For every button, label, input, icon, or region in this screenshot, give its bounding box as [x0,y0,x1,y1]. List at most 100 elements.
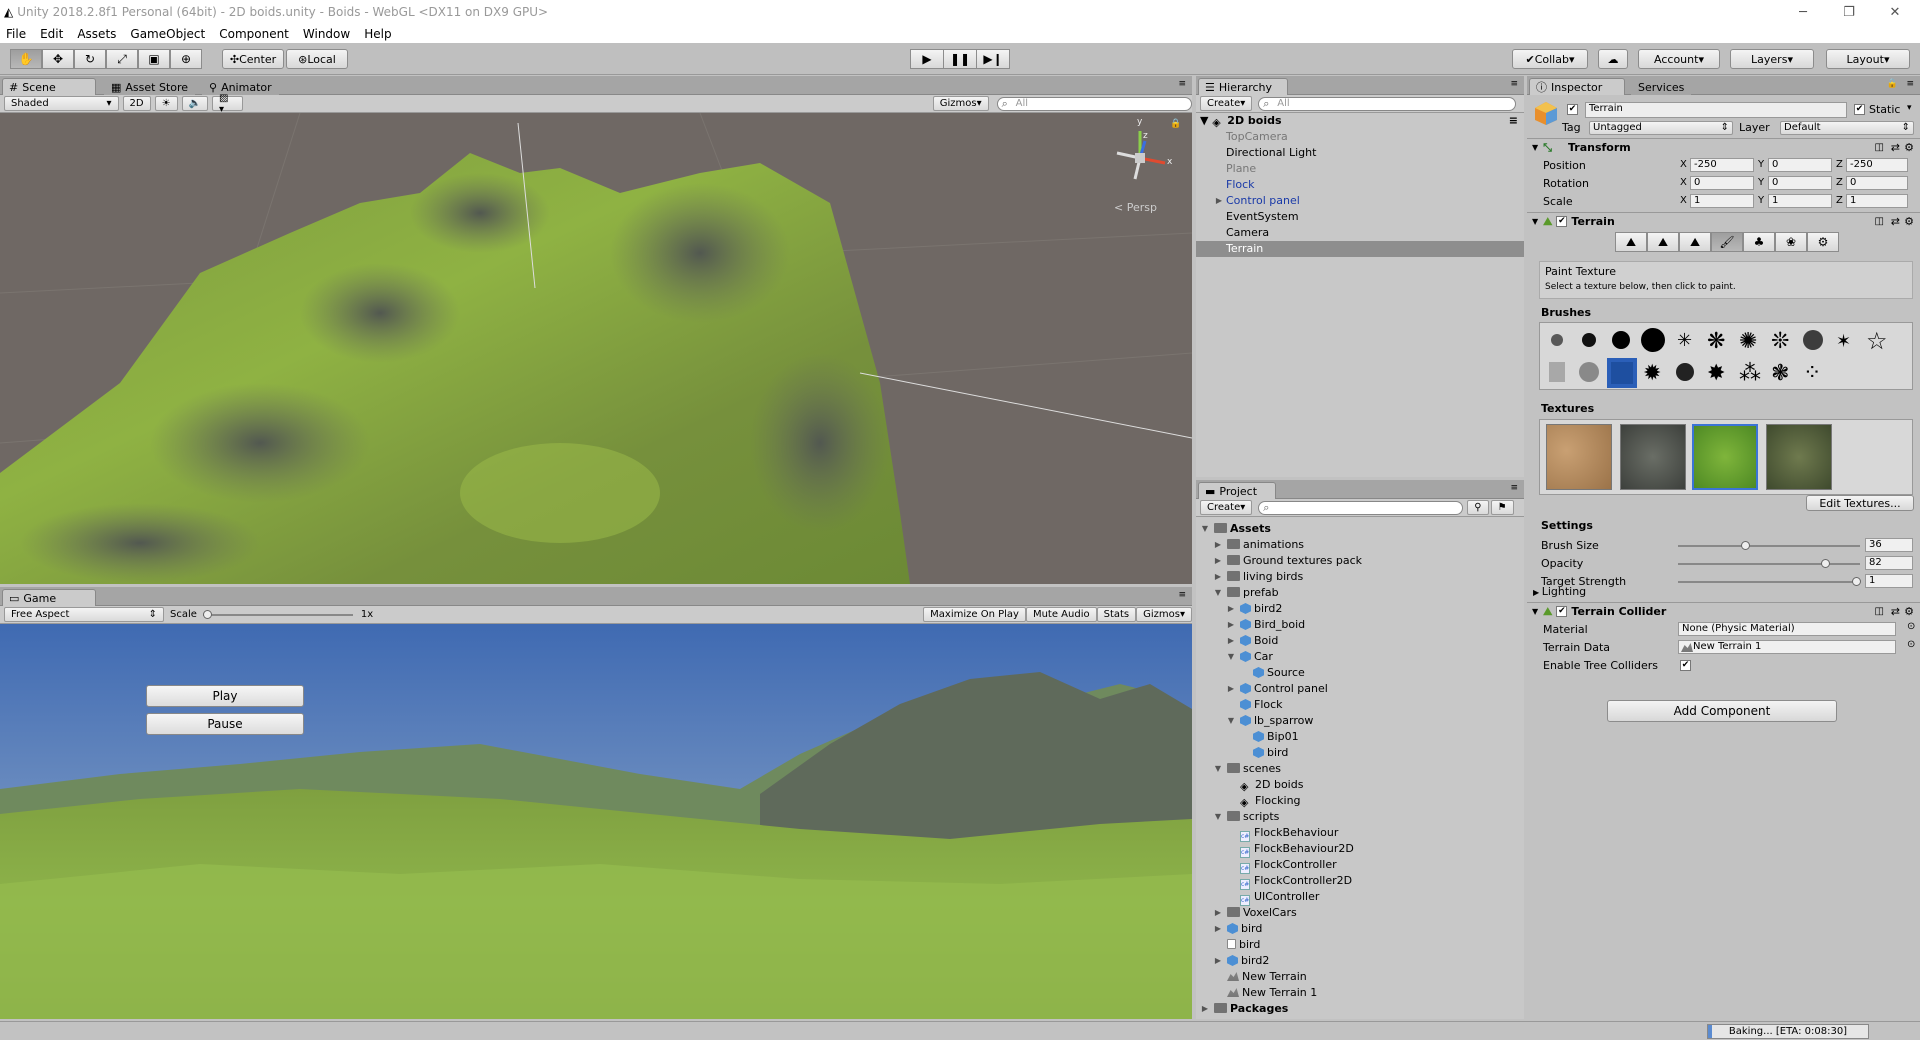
hierarchy-item[interactable]: ▶ Control panel [1196,193,1524,209]
chevron-down-icon[interactable]: ▼ [1213,809,1223,825]
baking-progress[interactable]: Baking... [ETA: 0:08:30] [1707,1024,1869,1039]
place-trees-icon[interactable]: ♣ [1743,232,1775,252]
scene-search-input[interactable]: All [996,96,1192,111]
terrain-setting-slider[interactable] [1678,537,1860,554]
game-gizmos-dropdown[interactable]: Gizmos ▾ [1136,607,1193,622]
game-viewport[interactable]: Play Pause [0,624,1192,1019]
project-item[interactable]: ▼ scripts [1196,809,1524,825]
menu-assets[interactable]: Assets [77,27,116,41]
panel-menu-icon[interactable]: ≡ [1510,79,1518,89]
chevron-down-icon[interactable]: ▼ [1532,143,1538,152]
minimize-icon[interactable]: ─ [1780,0,1826,24]
scale-slider[interactable] [202,608,353,622]
2d-toggle[interactable]: 2D [122,96,151,111]
terrain-setting-slider[interactable] [1678,555,1860,572]
raise-lower-terrain-icon[interactable]: ⛰ [1615,232,1647,252]
texture-dirt[interactable] [1546,424,1612,490]
brush-icon[interactable]: ✳ [1671,326,1701,356]
panel-menu-icon[interactable]: ≡ [1178,590,1186,600]
chevron-right-icon[interactable]: ▶ [1226,617,1236,633]
gear-icon[interactable]: ⚙ [1904,215,1914,228]
brush-icon[interactable] [1543,326,1573,356]
active-checkbox[interactable]: ✔ [1567,104,1578,115]
menu-gameobject[interactable]: GameObject [130,27,205,41]
scale-tool-icon[interactable]: ⤢ [106,49,138,69]
object-picker-icon[interactable]: ⊙ [1907,639,1915,650]
cloud-button[interactable]: ☁ [1598,49,1628,69]
chevron-right-icon[interactable]: ▶ [1200,1001,1210,1017]
move-tool-icon[interactable]: ✥ [42,49,74,69]
terrain-setting-value[interactable]: 82 [1865,556,1913,570]
rotate-tool-icon[interactable]: ↻ [74,49,106,69]
chevron-down-icon[interactable]: ▼ [1200,114,1212,127]
project-item[interactable]: ◈ 2D boids [1196,777,1524,793]
project-item[interactable]: ▶ bird [1196,921,1524,937]
paint-texture-icon[interactable]: 🖌 [1711,232,1743,252]
project-item[interactable]: c# FlockBehaviour [1196,825,1524,842]
hierarchy-create-dropdown[interactable]: Create ▾ [1200,96,1253,111]
scene-root[interactable]: ▼ ◈ 2D boids ≡ [1196,113,1524,129]
project-item[interactable]: c# FlockController [1196,857,1524,874]
project-item[interactable]: ▶ Ground textures pack [1196,553,1524,569]
project-item[interactable]: c# FlockBehaviour2D [1196,841,1524,858]
project-item[interactable]: bird [1196,745,1524,761]
scale-slider-knob[interactable] [202,609,212,619]
project-item[interactable]: ▶ VoxelCars [1196,905,1524,921]
transform-y-field[interactable]: 0 [1768,158,1832,172]
gear-icon[interactable]: ⚙ [1904,141,1914,154]
brush-icon[interactable]: ❃ [1767,358,1797,388]
slider-knob[interactable] [1852,577,1861,586]
static-checkbox[interactable]: ✔ [1854,104,1865,115]
texture-rock[interactable] [1620,424,1686,490]
hierarchy-search-input[interactable]: All [1258,96,1517,111]
chevron-right-icon[interactable]: ▶ [1226,601,1236,617]
project-item[interactable]: Source [1196,665,1524,681]
chevron-down-icon[interactable]: ▼ [1213,585,1223,601]
tab-asset-store[interactable]: ▦ Asset Store [104,78,196,95]
project-item[interactable]: New Terrain 1 [1196,985,1524,1001]
brush-icon[interactable]: ✸ [1703,358,1733,388]
hierarchy-item[interactable]: Plane [1196,161,1524,177]
object-picker-icon[interactable]: ⊙ [1907,621,1915,632]
project-item[interactable]: bird [1196,937,1524,953]
chevron-down-icon[interactable]: ▼ [1213,761,1223,777]
project-item[interactable]: ▶ Bird_boid [1196,617,1524,633]
chevron-right-icon[interactable]: ▶ [1213,905,1223,921]
smooth-height-icon[interactable]: ⛰ [1679,232,1711,252]
lock-icon[interactable]: 🔒 [1887,79,1898,89]
material-field[interactable]: None (Physic Material) [1678,622,1896,636]
chevron-down-icon[interactable]: ▾ [1907,103,1912,113]
hierarchy-item[interactable]: Camera [1196,225,1524,241]
brush-icon[interactable]: ⁘ [1799,358,1829,388]
preset-icon[interactable]: ⇄ [1891,141,1900,154]
lighting-toggle-icon[interactable]: ☀ [154,96,178,111]
hierarchy-item[interactable]: Directional Light [1196,145,1524,161]
tab-hierarchy[interactable]: ☰ Hierarchy [1198,78,1288,95]
brush-icon[interactable]: ☆ [1863,326,1893,356]
hand-tool-icon[interactable]: ✋ [10,49,42,69]
aspect-dropdown[interactable]: Free Aspect ⇕ [4,607,164,622]
preset-icon[interactable]: ⇄ [1891,215,1900,228]
restore-icon[interactable]: ❐ [1826,0,1872,24]
terrain-settings-icon[interactable]: ⚙ [1807,232,1839,252]
transform-x-field[interactable]: 0 [1690,176,1754,190]
transform-x-field[interactable]: -250 [1690,158,1754,172]
tab-game[interactable]: ▭ Game [2,589,96,606]
slider-knob[interactable] [1820,559,1830,568]
chevron-down-icon[interactable]: ▼ [1532,217,1538,226]
project-item[interactable]: c# UIController [1196,889,1524,906]
paint-details-icon[interactable]: ❀ [1775,232,1807,252]
tab-services[interactable]: Services [1631,78,1692,95]
tab-project[interactable]: ▬ Project [1198,482,1276,499]
lighting-foldout[interactable]: ▶ Lighting [1533,585,1586,598]
project-item[interactable]: ▶ Packages [1196,1001,1524,1017]
menu-edit[interactable]: Edit [40,27,63,41]
texture-grass-selected[interactable] [1692,424,1758,490]
pivot-center-button[interactable]: ✣ Center [222,49,284,69]
tag-dropdown[interactable]: Untagged ⇕ [1589,121,1733,135]
tree-colliders-checkbox[interactable]: ✔ [1680,660,1691,671]
transform-x-field[interactable]: 1 [1690,194,1754,208]
panel-menu-icon[interactable]: ≡ [1178,79,1186,89]
transform-y-field[interactable]: 1 [1768,194,1832,208]
edit-textures-button[interactable]: Edit Textures... [1806,495,1914,511]
